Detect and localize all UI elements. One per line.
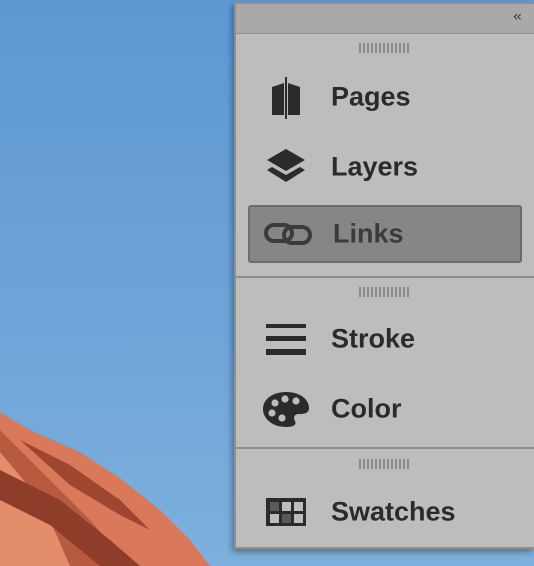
panel-item-label: Color <box>331 393 402 424</box>
panel-item-color[interactable]: Color <box>248 380 522 438</box>
panel-dock: ‹‹ Pages Layers Links Stroke Color Swatc… <box>234 2 534 549</box>
panel-item-layers[interactable]: Layers <box>248 138 522 196</box>
panel-item-label: Swatches <box>331 496 456 527</box>
panel-item-links[interactable]: Links <box>248 205 522 263</box>
links-icon <box>262 212 314 256</box>
panel-item-swatches[interactable]: Swatches <box>248 483 522 541</box>
panel-group-divider <box>236 447 534 449</box>
panel-item-pages[interactable]: Pages <box>248 68 522 126</box>
color-palette-icon <box>260 387 312 431</box>
panel-item-stroke[interactable]: Stroke <box>248 310 522 368</box>
panel-group-divider <box>236 276 534 278</box>
panel-item-label: Layers <box>331 151 419 182</box>
collapse-panels-button[interactable]: ‹‹ <box>513 9 522 25</box>
panel-group-grip[interactable] <box>359 43 409 53</box>
pages-icon <box>260 75 312 119</box>
panel-item-label: Links <box>333 218 404 249</box>
stroke-icon <box>260 317 312 361</box>
panel-item-label: Stroke <box>331 323 416 354</box>
panel-group-grip[interactable] <box>359 459 409 469</box>
swatches-icon <box>260 490 312 534</box>
layers-icon <box>260 145 312 189</box>
panel-group-grip[interactable] <box>359 287 409 297</box>
panel-item-label: Pages <box>331 81 411 112</box>
panel-dock-header[interactable]: ‹‹ <box>236 4 534 34</box>
